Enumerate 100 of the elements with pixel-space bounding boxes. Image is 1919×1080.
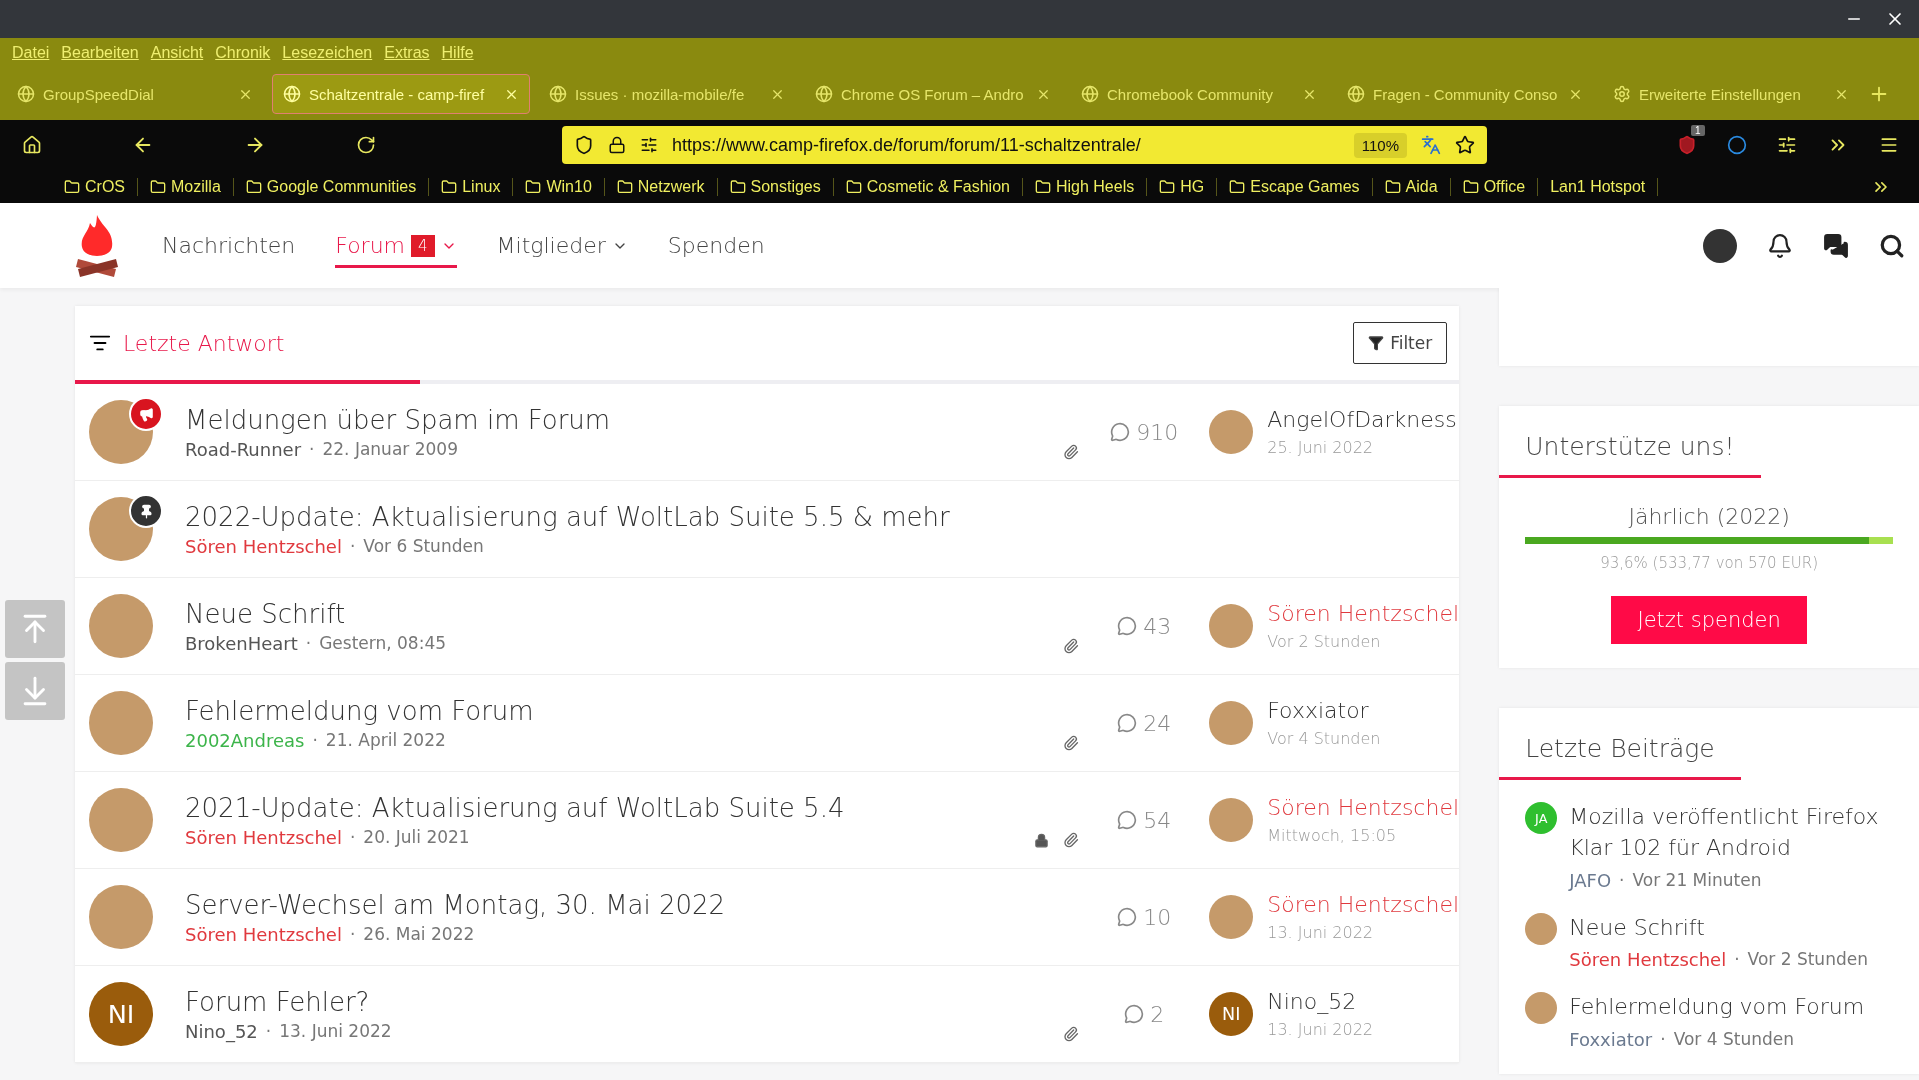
home-icon[interactable] xyxy=(22,135,42,155)
nav-link[interactable]: Forum 4 xyxy=(335,223,457,268)
topic-title[interactable]: Meldungen über Spam im Forum xyxy=(185,404,1020,435)
sort-label[interactable]: Letzte Antwort xyxy=(123,330,285,356)
last-poster-name[interactable]: Sören Hentzschel xyxy=(1267,601,1460,626)
globe-icon xyxy=(1347,85,1365,103)
last-poster-avatar-photo[interactable] xyxy=(1209,798,1254,842)
last-post-time: 13. Juni 2022 xyxy=(1267,1020,1373,1039)
last-poster-avatar-photo[interactable] xyxy=(1209,701,1254,745)
card-heading: Unterstütze uns! xyxy=(1499,406,1761,478)
filter-button[interactable]: Filter xyxy=(1353,322,1448,364)
folder-icon xyxy=(525,178,542,195)
last-poster-avatar-initials[interactable]: NI xyxy=(1209,992,1254,1036)
globe-icon xyxy=(283,85,301,103)
topic-title[interactable]: Server-Wechsel am Montag, 30. Mai 2022 xyxy=(185,889,1020,920)
topic-title[interactable]: Forum Fehler? xyxy=(185,986,1020,1017)
bookmark[interactable]: CrOS xyxy=(52,177,138,196)
author-name[interactable]: Sören Hentzschel xyxy=(1569,949,1727,971)
author-name[interactable]: Nino_52 xyxy=(185,1020,258,1042)
separator-dot: · xyxy=(1734,949,1740,971)
author-name[interactable]: Foxxiator xyxy=(1569,1029,1653,1051)
translate-icon[interactable] xyxy=(1421,135,1441,155)
address-bar[interactable]: https://www.camp-firefox.de/forum/forum/11-schaltzentrale/ 110% xyxy=(562,126,1487,164)
author-name[interactable]: BrokenHeart xyxy=(185,632,298,654)
nav-link[interactable]: Nachrichten xyxy=(162,223,296,268)
author-name[interactable]: JAFO xyxy=(1569,869,1612,891)
topic-date: 21. April 2022 xyxy=(325,729,446,751)
bookmark[interactable]: Google Communities xyxy=(233,177,430,196)
search-icon[interactable] xyxy=(1879,232,1905,259)
bookmark[interactable]: HG xyxy=(1147,177,1218,196)
separator-dot: · xyxy=(1660,1029,1666,1051)
zoom-level[interactable]: 110% xyxy=(1353,132,1407,158)
bookmark[interactable]: High Heels xyxy=(1022,177,1148,196)
separator-dot: · xyxy=(349,535,356,557)
last-poster-name[interactable]: AngelOfDarkness xyxy=(1267,407,1457,432)
last-post-time: 13. Juni 2022 xyxy=(1267,923,1374,942)
last-poster-name[interactable]: Sören Hentzschel xyxy=(1267,892,1460,917)
topic-title[interactable]: 2022-Update: Aktualisierung auf WoltLab Suite 5.5 & mehr xyxy=(185,501,1020,532)
nav-link[interactable]: Mitglieder xyxy=(496,223,628,268)
bookmark[interactable]: Lan1 Hotspot xyxy=(1538,177,1659,196)
last-post-time: Vor 2 Stunden xyxy=(1267,632,1382,651)
count-badge: 4 xyxy=(411,234,435,257)
post-title[interactable]: Mozilla veröffentlicht Firefox Klar 102 für Android xyxy=(1569,802,1890,864)
filter-icon xyxy=(1368,335,1385,351)
topic-date: Gestern, 08:45 xyxy=(319,632,447,654)
last-poster-avatar-photo[interactable] xyxy=(1209,604,1254,648)
poster-avatar-photo[interactable] xyxy=(1525,992,1558,1025)
bookmark[interactable]: Win10 xyxy=(513,177,605,196)
folder-icon xyxy=(1034,178,1051,195)
topic-title[interactable]: 2021-Update: Aktualisierung auf WoltLab Suite 5.4 xyxy=(185,792,1020,823)
last-post-time: Mittwoch, 15:05 xyxy=(1267,826,1398,845)
last-poster-name[interactable]: Sören Hentzschel xyxy=(1267,795,1460,820)
folder-icon xyxy=(150,178,166,195)
reply-count: 24 xyxy=(1143,710,1172,736)
comment-icon xyxy=(1124,1004,1145,1024)
circle-extension-icon[interactable] xyxy=(1727,135,1747,155)
folder-icon xyxy=(729,178,746,195)
bookmark[interactable]: Linux xyxy=(429,177,514,196)
comment-icon xyxy=(1110,422,1131,442)
folder-icon xyxy=(1159,178,1176,195)
bookmark[interactable]: Escape Games xyxy=(1217,177,1373,196)
author-avatar-initials[interactable]: NI xyxy=(89,982,153,1046)
bookmark[interactable]: Netzwerk xyxy=(604,177,718,196)
poster-avatar-photo[interactable] xyxy=(1525,912,1558,945)
period-label: Jährlich (2022) xyxy=(1627,504,1791,529)
bookmark[interactable]: Office xyxy=(1450,177,1539,196)
last-poster-name[interactable]: Nino_52 xyxy=(1267,989,1373,1014)
bookmark[interactable]: Mozilla xyxy=(138,177,234,196)
donate-button[interactable]: Jetzt spenden xyxy=(1611,596,1807,644)
last-poster-avatar-photo[interactable] xyxy=(1209,410,1254,454)
bookmark[interactable]: Cosmetic & Fashion xyxy=(833,177,1023,196)
star-icon[interactable] xyxy=(1455,135,1475,155)
separator-dot: · xyxy=(265,1020,272,1042)
topic-date: 22. Januar 2009 xyxy=(322,438,458,460)
post-title[interactable]: Fehlermeldung vom Forum xyxy=(1569,992,1890,1024)
reload-icon[interactable] xyxy=(356,135,376,155)
bookmark[interactable]: Aida xyxy=(1372,177,1451,196)
author-name[interactable]: Sören Hentzschel xyxy=(185,535,342,557)
globe-icon xyxy=(815,85,833,103)
topic-title[interactable]: Fehlermeldung vom Forum xyxy=(185,695,1020,726)
bell-icon[interactable] xyxy=(1767,232,1793,259)
chat-icon[interactable] xyxy=(1823,232,1849,259)
sliders-icon[interactable] xyxy=(640,136,658,154)
reply-count: 910 xyxy=(1136,419,1179,445)
last-poster-name[interactable]: Foxxiator xyxy=(1267,698,1381,723)
menu-icon[interactable] xyxy=(1879,135,1899,155)
bookmark[interactable]: Sonstiges xyxy=(717,177,834,196)
author-name[interactable]: Road-Runner xyxy=(185,438,302,460)
shield-extension-icon[interactable] xyxy=(1677,135,1697,155)
post-title[interactable]: Neue Schrift xyxy=(1569,912,1890,944)
gear-icon xyxy=(1613,85,1631,103)
folder-icon xyxy=(64,178,80,195)
author-name[interactable]: Sören Hentzschel xyxy=(185,923,342,945)
reply-count: 10 xyxy=(1143,904,1172,930)
folder-icon xyxy=(616,178,633,195)
author-name[interactable]: Sören Hentzschel xyxy=(185,826,342,848)
topic-title[interactable]: Neue Schrift xyxy=(185,598,1020,629)
nav-link[interactable]: Spenden xyxy=(667,223,765,268)
user-avatar-photo[interactable] xyxy=(1703,228,1737,263)
last-poster-avatar-photo[interactable] xyxy=(1209,895,1254,939)
